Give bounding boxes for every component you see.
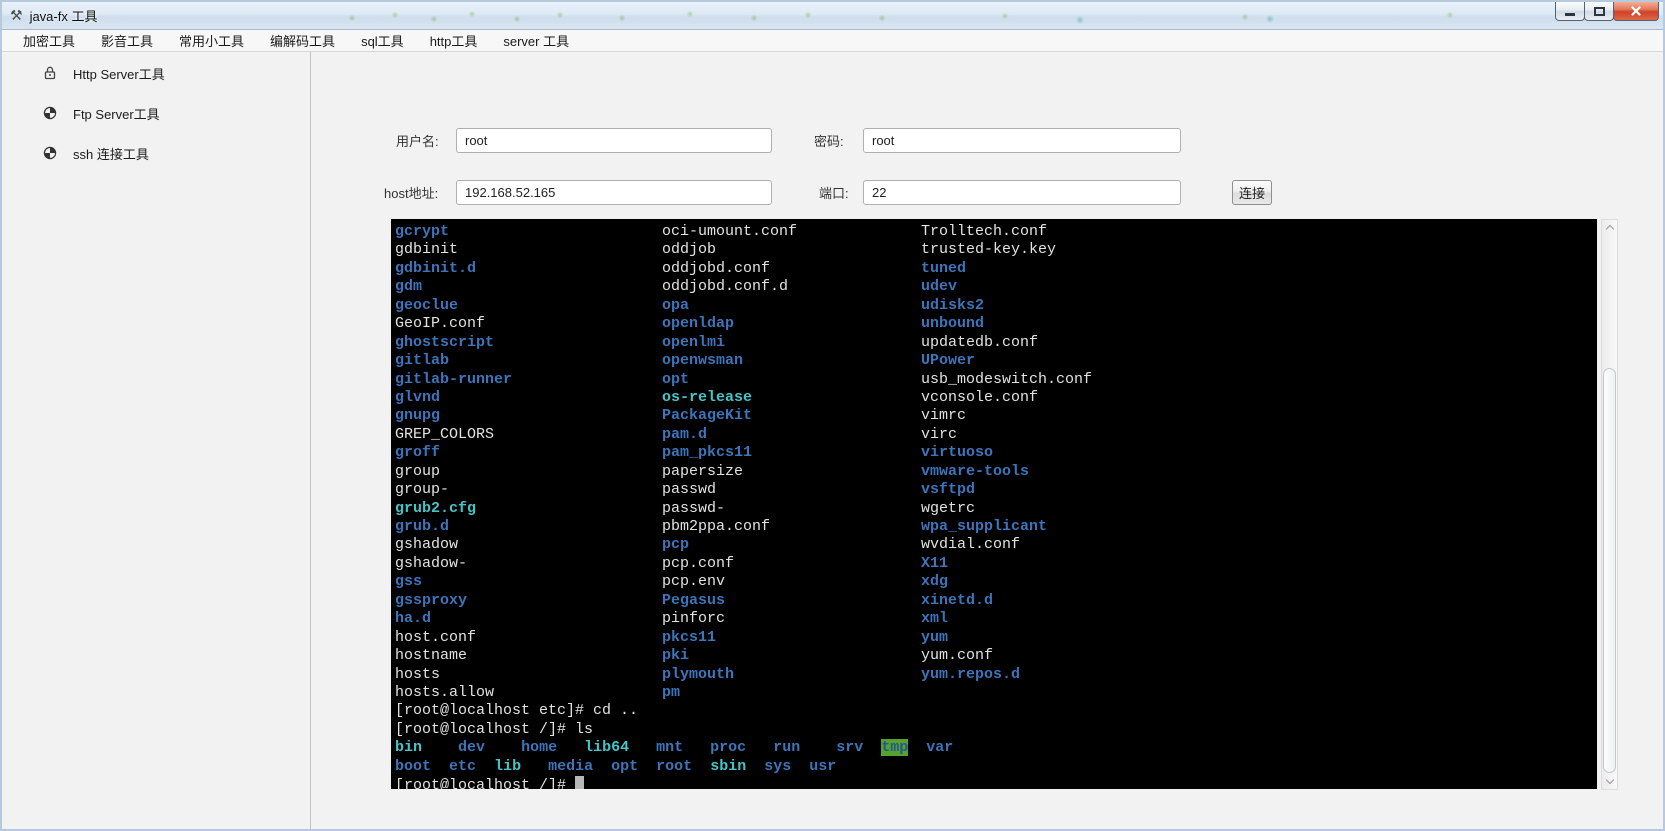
terminal-line: gitlab-runneroptusb_modeswitch.conf [395,371,1597,389]
tools-icon: ⚒ [10,9,23,23]
app-window: ⚒ java-fx 工具 加密工具影音工具常用小工具编解码工具sql工具http… [0,0,1665,831]
menu-item-0[interactable]: 加密工具 [10,30,88,51]
terminal-line: GeoIP.confopenldapunbound [395,315,1597,333]
menu-bar: 加密工具影音工具常用小工具编解码工具sql工具http工具server 工具 [2,30,1663,52]
username-input[interactable] [456,128,772,153]
close-icon [1631,6,1641,16]
terminal-line: gdbinit.doddjobd.conftuned [395,260,1597,278]
menu-item-3[interactable]: 编解码工具 [257,30,348,51]
terminal-line: grouppapersizevmware-tools [395,463,1597,481]
terminal-prompt: [root@localhost /]# [395,777,575,789]
window-title: java-fx 工具 [30,6,98,25]
terminal-line: hosts.allowpm [395,684,1597,702]
username-label: 用户名: [396,128,439,153]
terminal-scrollbar[interactable] [1601,219,1618,790]
host-input[interactable] [456,180,772,205]
titlebar-glass-dots [2,2,1663,29]
terminal-command-line: [root@localhost etc]# cd .. [395,702,1597,720]
scroll-up-arrow[interactable] [1602,220,1617,235]
menu-item-4[interactable]: sql工具 [348,30,417,51]
minimize-button[interactable] [1555,2,1585,21]
lock-icon [42,65,58,81]
menu-item-2[interactable]: 常用小工具 [166,30,257,51]
main-panel: 用户名: 密码: host地址: 端口: 连接 gcryptoci-umount… [311,52,1663,829]
terminal-line: groffpam_pkcs11virtuoso [395,444,1597,462]
terminal-line: ha.dpinforcxml [395,610,1597,628]
maximize-icon [1594,7,1605,16]
terminal-line: group-passwdvsftpd [395,481,1597,499]
host-label: host地址: [384,180,438,205]
close-button[interactable] [1613,2,1659,21]
sidebar-item-label: Http Server工具 [73,64,165,83]
maximize-button[interactable] [1584,2,1614,21]
menu-item-5[interactable]: http工具 [417,30,491,51]
terminal-line: gshadowpcpwvdial.conf [395,536,1597,554]
sidebar-item-label: ssh 连接工具 [73,144,149,163]
terminal-command-line: [root@localhost /]# ls [395,721,1597,739]
terminal-line: host.confpkcs11yum [395,629,1597,647]
terminal-line: gshadow-pcp.confX11 [395,555,1597,573]
connect-button[interactable]: 连接 [1232,180,1272,205]
terminal-cursor [575,776,584,789]
minimize-icon [1565,13,1575,16]
terminal-line: GREP_COLORSpam.dvirc [395,426,1597,444]
terminal-line: hostsplymouthyum.repos.d [395,666,1597,684]
terminal-line: gcryptoci-umount.confTrolltech.conf [395,223,1597,241]
terminal-line: gnupgPackageKitvimrc [395,407,1597,425]
terminal-line: gsspcp.envxdg [395,573,1597,591]
sidebar-item-1[interactable]: Ftp Server工具 [2,95,310,131]
port-label: 端口: [819,180,849,205]
terminal-line: grub.dpbm2ppa.confwpa_supplicant [395,518,1597,536]
terminal-line: grub2.cfgpasswd-wgetrc [395,500,1597,518]
port-input[interactable] [863,180,1181,205]
sidebar: Http Server工具 Ftp Server工具 ssh 连接工具 [2,52,310,829]
terminal-line: gitlabopenwsmanUPower [395,352,1597,370]
window-controls [1556,2,1659,21]
sidebar-item-2[interactable]: ssh 连接工具 [2,135,310,171]
scrollbar-thumb[interactable] [1603,368,1616,773]
terminal-line: glvndos-releasevconsole.conf [395,389,1597,407]
sync-icon [42,105,58,121]
terminal-line: gssproxyPegasusxinetd.d [395,592,1597,610]
menu-item-1[interactable]: 影音工具 [88,30,166,51]
sync-icon [42,145,58,161]
titlebar: ⚒ java-fx 工具 [2,2,1663,30]
terminal-output[interactable]: gcryptoci-umount.confTrolltech.confgdbin… [391,219,1597,789]
chevron-up-icon [1605,225,1613,233]
terminal-prompt-line: [root@localhost /]# [395,776,1597,789]
terminal-dir-row: boot etc lib media opt root sbin sys usr [395,758,1597,776]
content-area: Http Server工具 Ftp Server工具 ssh 连接工具 用户名: 密… [2,52,1663,829]
sidebar-item-label: Ftp Server工具 [73,104,160,123]
menu-item-6[interactable]: server 工具 [490,30,582,51]
chevron-down-icon [1605,776,1613,784]
password-label: 密码: [814,128,844,153]
password-input[interactable] [863,128,1181,153]
sidebar-item-0[interactable]: Http Server工具 [2,55,310,91]
scroll-down-arrow[interactable] [1602,774,1617,789]
terminal-line: ghostscriptopenlmiupdatedb.conf [395,334,1597,352]
terminal-text: gcryptoci-umount.confTrolltech.confgdbin… [395,223,1597,789]
terminal-line: hostnamepkiyum.conf [395,647,1597,665]
terminal-line: gdbinitoddjobtrusted-key.key [395,241,1597,259]
terminal-line: geoclueopaudisks2 [395,297,1597,315]
terminal-dir-row: bin dev home lib64 mnt proc run srv tmp … [395,739,1597,757]
terminal-line: gdmoddjobd.conf.dudev [395,278,1597,296]
